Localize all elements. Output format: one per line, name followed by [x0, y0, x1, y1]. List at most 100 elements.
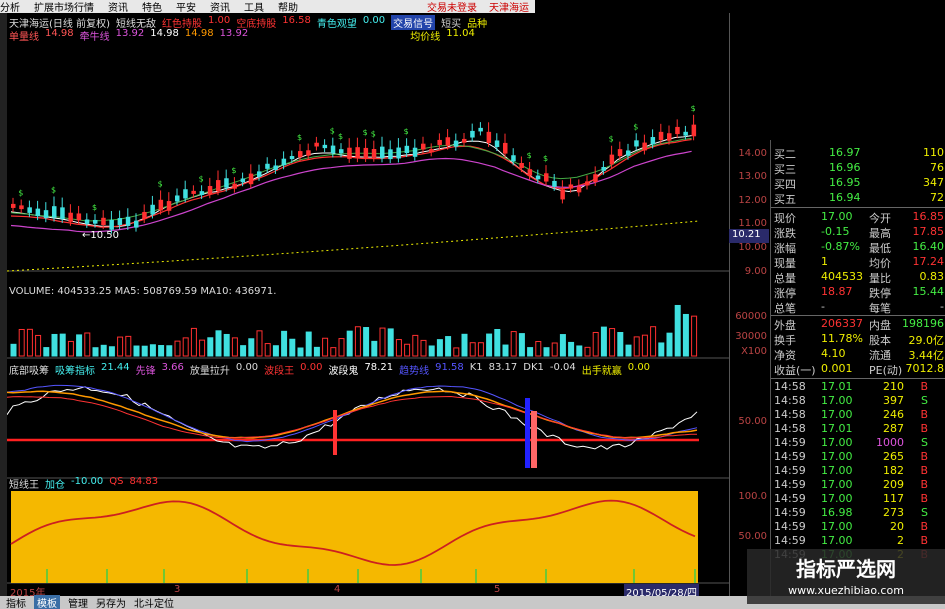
tab-indicator[interactable]: 指标 — [6, 595, 26, 609]
candle-body — [683, 131, 688, 136]
indicator2-header: 短线王 加仓 -10.00 QS 84.83 — [9, 476, 158, 491]
ind1-v6: 91.58 — [435, 362, 464, 373]
stat-label: 每笔 — [869, 302, 891, 315]
volume-bar — [535, 341, 542, 357]
price-tick: 11.00 — [738, 218, 767, 229]
tick-row: 14:59 17.00 2 B — [771, 534, 945, 548]
bid-row[interactable]: 买二 16.97 110 — [771, 146, 945, 161]
candle-body — [183, 189, 188, 199]
bid-label: 买三 — [774, 163, 796, 176]
tick-volume: 2 — [897, 534, 904, 547]
stat-label: PE(动) — [869, 364, 903, 377]
candle-body — [347, 147, 352, 159]
volume-bar — [559, 334, 566, 357]
y-axis: 14.00 13.00 12.00 11.00 10.00 9.00 60000… — [729, 13, 769, 596]
candle-body — [76, 213, 82, 221]
tick-volume: 273 — [883, 506, 904, 519]
tick-volume: 210 — [883, 380, 904, 393]
candle-body — [544, 173, 549, 182]
tab-template[interactable]: 模板 — [34, 595, 60, 609]
candle-body — [396, 147, 401, 159]
menu-item-info[interactable]: 资讯 — [108, 0, 128, 13]
price-tick: 12.00 — [738, 195, 767, 206]
tick-volume: 265 — [883, 450, 904, 463]
vol-tick: X100 — [741, 346, 767, 357]
bid-row[interactable]: 买三 16.96 76 — [771, 161, 945, 176]
volume-bar — [158, 345, 165, 357]
tick-row: 14:58 17.00 397 S — [771, 394, 945, 408]
volume-bar — [494, 328, 501, 357]
indicator1-header: 底部吸筹 吸筹指标 21.44 先锋 3.66 放量拉升 0.00 波段王 0.… — [9, 362, 650, 377]
candle-body — [617, 149, 623, 157]
volume-bar — [264, 343, 271, 357]
tab-manage[interactable]: 管理 — [68, 595, 88, 609]
stat-value: 17.00 — [821, 210, 853, 223]
candle-body — [404, 145, 410, 154]
menu-item-news[interactable]: 资讯 — [210, 0, 230, 13]
menu-item-help[interactable]: 帮助 — [278, 0, 298, 13]
stat-value: 0.83 — [919, 270, 945, 283]
tick-row: 14:58 17.01 287 B — [771, 422, 945, 436]
tab-save-as[interactable]: 另存为 — [96, 595, 126, 609]
volume-bar — [67, 340, 74, 357]
signal-mark: $ — [51, 185, 56, 194]
tick-row: 14:59 17.00 20 B — [771, 520, 945, 534]
stat-value: 16.85 — [912, 210, 945, 223]
menu-item-ext-market[interactable]: 扩展市场行情 — [34, 0, 94, 13]
avg-line-value: 11.04 — [446, 28, 475, 39]
volume-bar — [584, 346, 591, 357]
ind2-yellow-area — [11, 491, 698, 583]
volume-bar — [108, 346, 115, 357]
signal-mark: $ — [18, 189, 23, 198]
volume-bar — [428, 345, 435, 357]
ind2-v1: -10.00 — [71, 476, 104, 487]
volume-bar — [166, 345, 173, 357]
tick-volume: 117 — [883, 492, 904, 505]
signal-mark: $ — [691, 104, 696, 113]
ma-bar: 单量线 14.98 牵牛线 13.92 14.98 14.98 13.92 均价… — [9, 28, 475, 43]
bid-row[interactable]: 买五 16.94 72 — [771, 191, 945, 206]
candle-body — [298, 151, 303, 158]
volume-bar — [313, 346, 320, 357]
watermark: 指标严选网 www.xuezhibiao.com — [747, 549, 945, 604]
candle-body — [453, 140, 459, 147]
tick-price: 17.01 — [821, 380, 853, 393]
volume-bar — [149, 344, 156, 357]
stat-row: 现量 1 均价 17.24 — [771, 255, 945, 270]
ind1-l1: 吸筹指标 — [55, 366, 95, 377]
ind1-v2: 3.66 — [161, 362, 184, 373]
volume-bar — [248, 338, 255, 357]
menu-item-analysis[interactable]: 分析 — [0, 0, 20, 13]
bid-volume: 72 — [930, 191, 944, 204]
menu-item-feature[interactable]: 特色 — [142, 0, 162, 13]
signal-mark: $ — [543, 154, 548, 163]
tick-row: 14:59 17.00 1000 S — [771, 436, 945, 450]
candle-body — [552, 180, 557, 187]
stat-label: 股本 — [869, 334, 891, 347]
volume-bar — [371, 340, 378, 357]
candle-body — [166, 201, 172, 211]
tick-price: 17.00 — [821, 534, 853, 547]
volume-bar — [551, 342, 558, 357]
signal-mark: $ — [199, 174, 204, 183]
tick-side: B — [920, 450, 928, 463]
candle-body — [232, 183, 237, 189]
volume-bar — [691, 315, 698, 357]
vol-tick: 60000 — [735, 311, 767, 322]
bid-row[interactable]: 买四 16.95 347 — [771, 176, 945, 191]
tick-side: S — [921, 394, 928, 407]
stat-value: -0.87% — [821, 240, 860, 253]
panel-divider — [771, 378, 945, 379]
volume-bar — [51, 333, 58, 357]
menu-item-tools[interactable]: 工具 — [244, 0, 264, 13]
ind1-l2: 先锋 — [135, 366, 156, 377]
stat-label: 内盘 — [869, 319, 891, 332]
volume-bar — [346, 330, 353, 357]
menu-item-pingan[interactable]: 平安 — [176, 0, 196, 13]
stat-value: 16.40 — [912, 240, 945, 253]
trade-login-status[interactable]: 交易未登录 — [427, 0, 477, 13]
tick-volume: 1000 — [876, 436, 904, 449]
volume-bar — [174, 340, 181, 357]
signal-mark: $ — [297, 133, 302, 142]
tab-beidou[interactable]: 北斗定位 — [134, 595, 174, 609]
